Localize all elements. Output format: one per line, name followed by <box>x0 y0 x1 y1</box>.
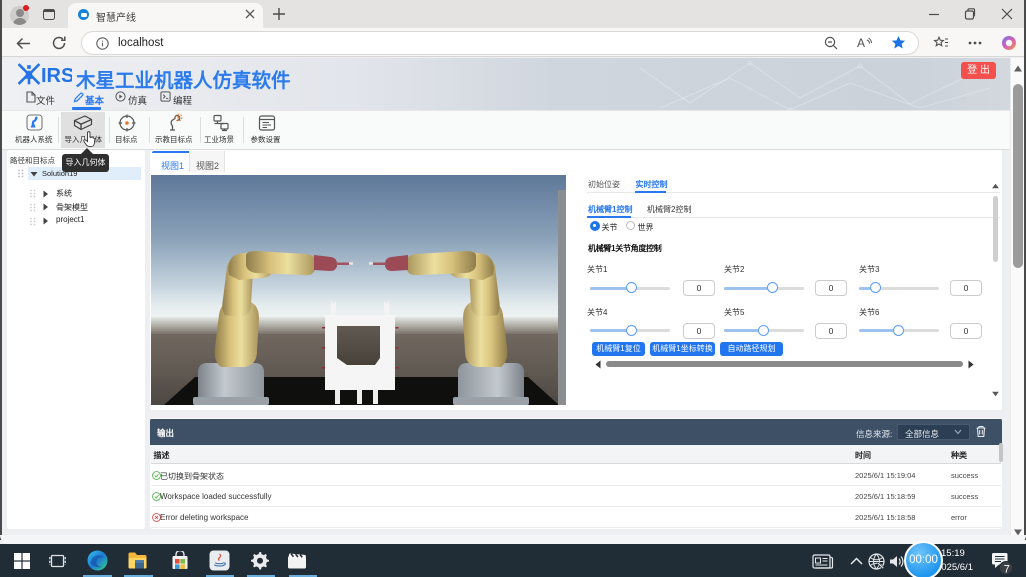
svg-text:A: A <box>857 36 865 50</box>
svg-text:7: 7 <box>1004 563 1010 575</box>
svg-text:IRS: IRS <box>41 65 72 86</box>
